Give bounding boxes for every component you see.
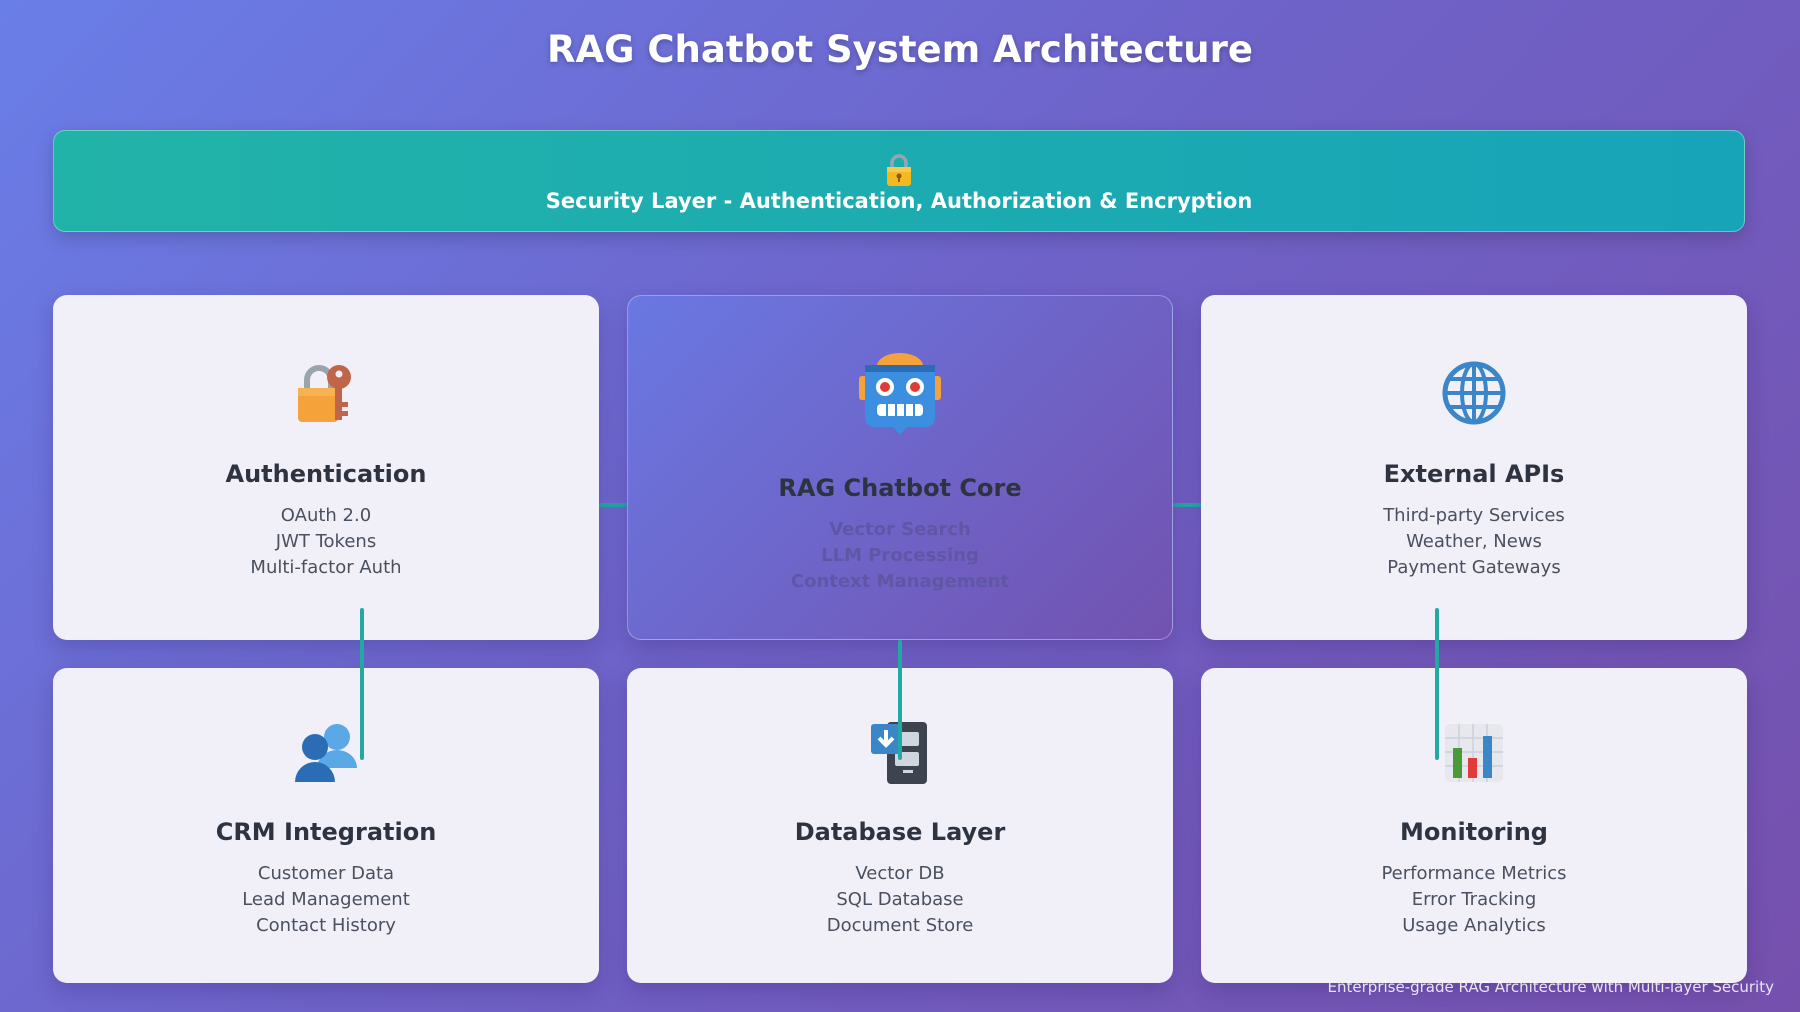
crm-items: Customer Data Lead Management Contact Hi… <box>53 861 599 939</box>
page-title: RAG Chatbot System Architecture <box>547 28 1253 71</box>
authentication-title: Authentication <box>225 460 427 488</box>
database-item: SQL Database <box>836 889 964 910</box>
bar-chart-icon <box>1445 724 1503 782</box>
database-item: Document Store <box>826 915 974 936</box>
core-title: RAG Chatbot Core <box>778 474 1022 502</box>
core-items: Vector Search LLM Processing Context Man… <box>628 517 1172 595</box>
lock-icon <box>887 154 911 186</box>
robot-icon <box>859 353 941 435</box>
crm-item: Lead Management <box>242 889 410 910</box>
authentication-items: OAuth 2.0 JWT Tokens Multi-factor Auth <box>53 503 599 581</box>
core-item: Context Management <box>790 571 1010 592</box>
database-title: Database Layer <box>794 818 1006 846</box>
lock-with-key-icon <box>298 365 351 422</box>
users-icon <box>295 724 357 782</box>
rag-chatbot-core-card: RAG Chatbot Core Vector Search LLM Proce… <box>627 295 1173 640</box>
connector-core-database <box>898 640 902 760</box>
monitoring-item: Usage Analytics <box>1402 915 1546 936</box>
monitoring-card: Monitoring Performance Metrics Error Tra… <box>1201 668 1747 983</box>
external-apis-card: External APIs Third-party Services Weath… <box>1201 295 1747 640</box>
external-apis-item: Weather, News <box>1406 531 1542 552</box>
external-apis-title: External APIs <box>1383 460 1565 488</box>
database-items: Vector DB SQL Database Document Store <box>627 861 1173 939</box>
footer-caption: Enterprise-grade RAG Architecture with M… <box>1327 978 1774 996</box>
connector-apis-monitoring <box>1435 608 1439 760</box>
authentication-item: OAuth 2.0 <box>280 505 372 526</box>
core-item: Vector Search <box>829 519 971 540</box>
crm-item: Customer Data <box>257 863 395 884</box>
crm-integration-card: CRM Integration Customer Data Lead Manag… <box>53 668 599 983</box>
external-apis-item: Payment Gateways <box>1387 557 1561 578</box>
external-apis-item: Third-party Services <box>1383 505 1565 526</box>
database-item: Vector DB <box>855 863 945 884</box>
crm-title: CRM Integration <box>215 818 437 846</box>
globe-icon <box>1442 361 1506 425</box>
security-layer-bar: Security Layer - Authentication, Authori… <box>53 130 1745 232</box>
monitoring-item: Performance Metrics <box>1381 863 1567 884</box>
core-item: LLM Processing <box>821 545 979 566</box>
monitoring-item: Error Tracking <box>1411 889 1537 910</box>
external-apis-items: Third-party Services Weather, News Payme… <box>1201 503 1747 581</box>
authentication-card: Authentication OAuth 2.0 JWT Tokens Mult… <box>53 295 599 640</box>
connector-auth-crm <box>360 608 364 760</box>
monitoring-items: Performance Metrics Error Tracking Usage… <box>1201 861 1747 939</box>
security-layer-label: Security Layer - Authentication, Authori… <box>545 189 1253 213</box>
authentication-item: JWT Tokens <box>275 531 377 552</box>
monitoring-title: Monitoring <box>1400 818 1548 846</box>
authentication-item: Multi-factor Auth <box>250 557 402 578</box>
crm-item: Contact History <box>256 915 396 936</box>
